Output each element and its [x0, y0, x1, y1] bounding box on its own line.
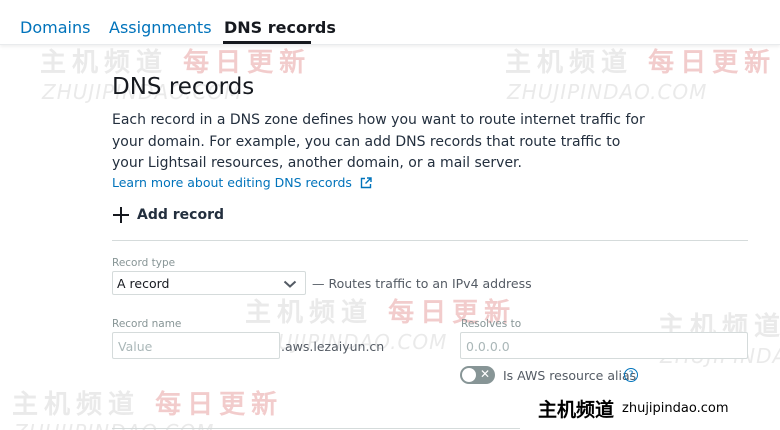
watermark-cn: 主机频道 每日更新 [505, 48, 777, 78]
domain-suffix: .aws.lezaiyun.cn [281, 339, 385, 354]
record-type-note: — Routes traffic to an IPv4 address [312, 276, 532, 291]
tab-dns-records[interactable]: DNS records [224, 18, 336, 38]
resolves-to-label: Resolves to [461, 318, 522, 330]
resolves-to-input[interactable]: 0.0.0.0 [460, 332, 748, 359]
watermark-en: ZHUJIPINDAO.COM [507, 80, 708, 104]
tab-assignments[interactable]: Assignments [109, 18, 212, 38]
record-type-select[interactable]: A record [112, 271, 306, 295]
record-name-label: Record name [112, 318, 182, 330]
aws-alias-toggle[interactable]: ✕ [460, 366, 495, 384]
record-name-input[interactable]: Value [112, 332, 280, 359]
divider [112, 240, 748, 241]
tab-bar: Domains Assignments DNS records [0, 0, 780, 45]
toggle-knob [462, 368, 476, 382]
record-type-value: A record [117, 276, 170, 291]
help-icon[interactable]: ? [624, 368, 638, 382]
lightsail-dns-page: Domains Assignments DNS records 主机频道 每日更… [0, 0, 780, 430]
page-title: DNS records [112, 74, 255, 100]
watermark-cn: 主机频道 每日更新 [12, 390, 284, 420]
plus-icon [112, 206, 130, 224]
close-icon: ✕ [480, 367, 491, 381]
learn-more-label: Learn more about editing DNS records [112, 175, 352, 190]
add-record-button[interactable]: Add record [112, 206, 224, 224]
learn-more-link[interactable]: Learn more about editing DNS records [112, 175, 372, 192]
site-brand: 主机频道 zhujipindao.com [520, 388, 780, 428]
external-link-icon [360, 177, 372, 192]
divider [112, 428, 520, 429]
brand-en: zhujipindao.com [622, 400, 729, 416]
add-record-label: Add record [137, 207, 224, 223]
aws-alias-label: Is AWS resource alias [503, 368, 637, 383]
chevron-down-icon [283, 277, 297, 292]
active-tab-indicator [223, 41, 311, 44]
page-description: Each record in a DNS zone defines how yo… [112, 112, 645, 171]
record-type-label: Record type [112, 257, 176, 269]
tab-domains[interactable]: Domains [20, 18, 90, 38]
brand-cn: 主机频道 [538, 398, 615, 421]
